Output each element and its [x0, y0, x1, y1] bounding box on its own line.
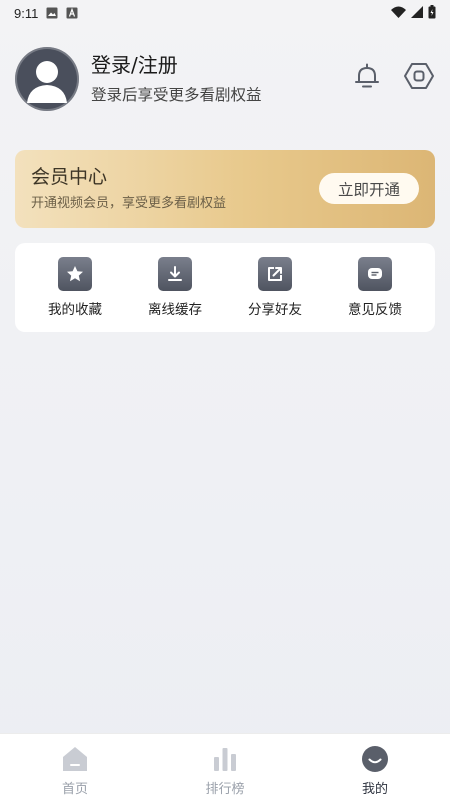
- status-bar: 9:11: [0, 0, 450, 26]
- share-icon: [258, 256, 292, 291]
- feedback-icon: [358, 256, 392, 291]
- feedback-label: 意见反馈: [348, 301, 402, 318]
- a-box-icon: [66, 7, 78, 19]
- nav-item-ranking[interactable]: 排行榜: [170, 734, 280, 800]
- nav-item-mine[interactable]: 我的: [320, 734, 430, 800]
- header-actions: [351, 60, 435, 92]
- vip-center-card[interactable]: 会员中心 开通视频会员，享受更多看剧权益 立即开通: [15, 150, 435, 228]
- bottom-nav: 首页 排行榜 我的: [0, 733, 450, 800]
- nav-item-home[interactable]: 首页: [20, 734, 130, 800]
- image-icon: [46, 7, 58, 19]
- profile-icon: [360, 744, 390, 774]
- default-user-icon: [27, 61, 67, 103]
- offline-cache-item[interactable]: 离线缓存: [130, 256, 220, 319]
- login-register-title[interactable]: 登录/注册: [91, 51, 262, 79]
- favorites-item[interactable]: 我的收藏: [30, 256, 120, 319]
- battery-icon: [428, 4, 436, 22]
- status-left: 9:11: [14, 6, 78, 21]
- star-icon: [58, 256, 92, 291]
- nav-label-mine: 我的: [361, 782, 388, 797]
- signal-icon: [411, 5, 423, 21]
- ranking-icon: [210, 744, 240, 774]
- profile-header: 登录/注册 登录后享受更多看剧权益: [15, 46, 435, 112]
- status-time: 9:11: [14, 5, 39, 21]
- login-benefit-subtitle: 登录后享受更多看剧权益: [91, 86, 262, 104]
- offline-cache-label: 离线缓存: [148, 301, 202, 318]
- nav-label-ranking: 排行榜: [205, 782, 245, 797]
- wifi-icon: [391, 6, 406, 21]
- download-icon: [158, 256, 192, 291]
- avatar[interactable]: [15, 47, 79, 111]
- activate-vip-button[interactable]: 立即开通: [319, 173, 419, 204]
- bell-icon[interactable]: [351, 60, 383, 92]
- status-right: [391, 4, 436, 22]
- home-icon: [60, 744, 90, 774]
- settings-hexagon-icon[interactable]: [403, 60, 435, 92]
- feedback-item[interactable]: 意见反馈: [330, 256, 420, 319]
- login-prompt[interactable]: 登录/注册 登录后享受更多看剧权益: [91, 51, 262, 107]
- share-friends-item[interactable]: 分享好友: [230, 256, 320, 319]
- nav-label-home: 首页: [61, 782, 88, 797]
- favorites-label: 我的收藏: [48, 301, 102, 318]
- share-friends-label: 分享好友: [248, 301, 302, 318]
- function-grid: 我的收藏 离线缓存 分享好友 意见反馈: [15, 243, 435, 332]
